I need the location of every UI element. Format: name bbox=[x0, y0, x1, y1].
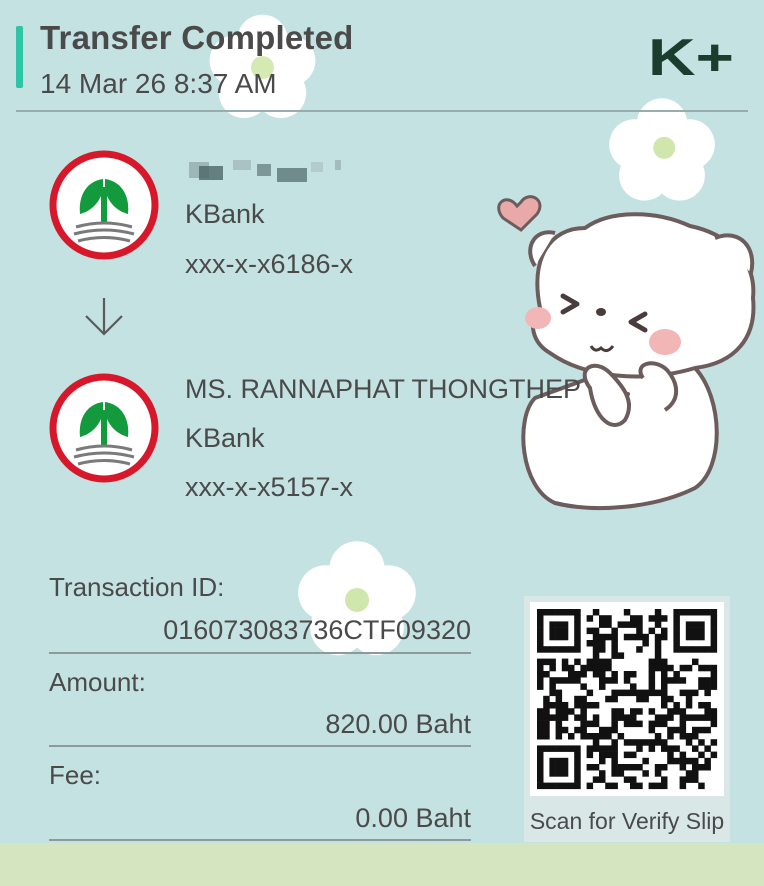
bear-sticker bbox=[497, 195, 756, 510]
kbank-logo-icon bbox=[49, 373, 159, 483]
kbank-logo-icon bbox=[49, 150, 159, 260]
verify-qr-card[interactable]: Scan for Verify Slip bbox=[524, 596, 730, 842]
fee-label: Fee: bbox=[49, 760, 102, 790]
qr-code-area[interactable] bbox=[530, 602, 724, 796]
recipient-name: MS. RANNAPHAT THONGTHEP bbox=[185, 374, 582, 404]
recipient-bank: KBank bbox=[185, 423, 265, 453]
transaction-id-label: Transaction ID: bbox=[49, 572, 225, 602]
recipient-account: xxx-x-x5157-x bbox=[185, 472, 354, 502]
k-plus-logo-icon: K+ bbox=[648, 30, 734, 80]
qr-code-icon[interactable] bbox=[530, 602, 724, 796]
amount-value: 820.00 Baht bbox=[325, 709, 471, 739]
transfer-datetime: 14 Mar 26 8:37 AM bbox=[40, 68, 277, 99]
amount-label: Amount: bbox=[49, 667, 146, 697]
page-title: Transfer Completed bbox=[40, 19, 354, 56]
bottom-strip bbox=[0, 843, 764, 886]
down-arrow-icon bbox=[85, 298, 123, 336]
qr-caption: Scan for Verify Slip bbox=[529, 808, 725, 834]
header-divider bbox=[16, 110, 748, 112]
fee-value: 0.00 Baht bbox=[355, 803, 471, 833]
row-divider bbox=[49, 839, 471, 841]
sender-account: xxx-x-x6186-x bbox=[185, 249, 354, 279]
transfer-slip: Transfer Completed 14 Mar 26 8:37 AM K+ … bbox=[0, 0, 764, 886]
row-divider bbox=[49, 745, 471, 747]
sender-bank: KBank bbox=[185, 199, 265, 229]
header-accent-bar bbox=[16, 26, 23, 88]
transaction-id-value: 016073083736CTF09320 bbox=[163, 615, 471, 645]
k-plus-logo-text: K+ bbox=[648, 30, 734, 80]
sender-name-redacted bbox=[189, 160, 341, 182]
row-divider bbox=[49, 652, 471, 654]
